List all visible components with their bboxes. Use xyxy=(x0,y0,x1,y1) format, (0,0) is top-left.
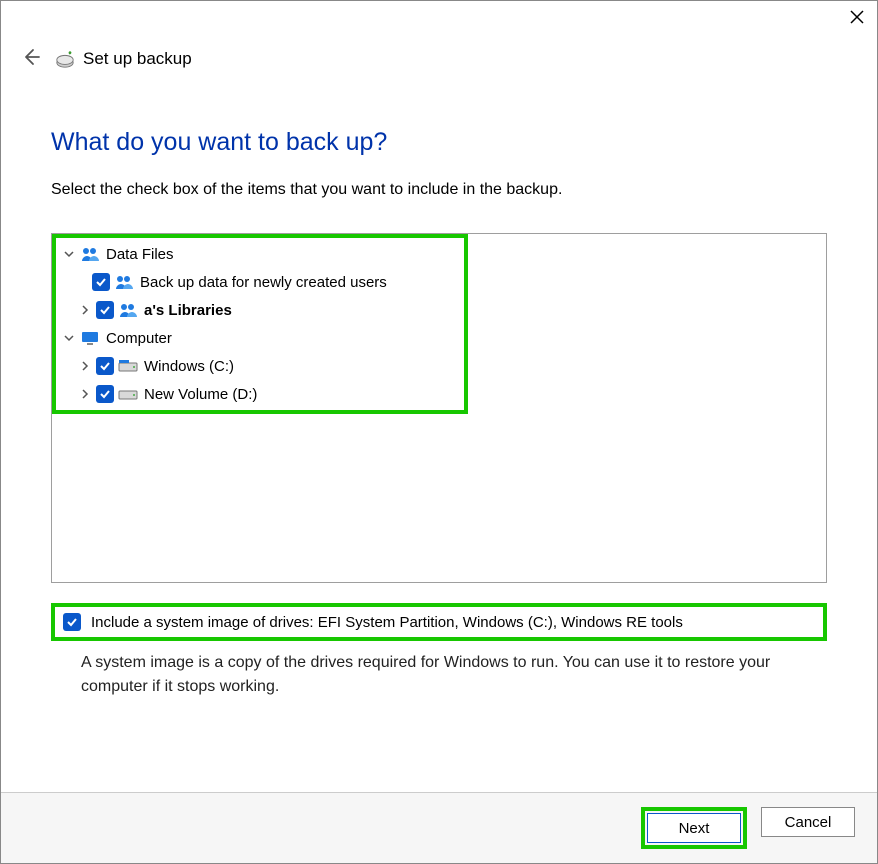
cancel-button[interactable]: Cancel xyxy=(761,807,855,837)
users-icon xyxy=(114,273,134,291)
tree-node-new-users[interactable]: Back up data for newly created users xyxy=(52,268,826,296)
tree-label: Computer xyxy=(104,330,172,347)
tree-node-computer[interactable]: Computer xyxy=(52,324,826,352)
tree-node-drive-d[interactable]: New Volume (D:) xyxy=(52,380,826,408)
wizard-title-text: Set up backup xyxy=(83,49,192,69)
wizard-header: Set up backup xyxy=(1,36,877,78)
checkbox[interactable] xyxy=(92,273,110,291)
checkbox-system-image[interactable] xyxy=(63,613,81,631)
users-icon xyxy=(80,245,100,263)
tree-label: Data Files xyxy=(104,246,174,263)
tree-label: a's Libraries xyxy=(142,302,232,319)
system-image-row[interactable]: Include a system image of drives: EFI Sy… xyxy=(51,603,827,641)
backup-items-tree: Data Files Back up data for newly create… xyxy=(51,233,827,583)
chevron-right-icon[interactable] xyxy=(78,389,92,399)
titlebar xyxy=(1,1,877,36)
system-image-description: A system image is a copy of the drives r… xyxy=(51,641,827,699)
tree-node-user-libraries[interactable]: a's Libraries xyxy=(52,296,826,324)
chevron-right-icon[interactable] xyxy=(78,361,92,371)
tree-label: Windows (C:) xyxy=(142,358,234,375)
next-button[interactable]: Next xyxy=(647,813,741,843)
wizard-footer: Next Cancel xyxy=(1,792,877,863)
checkbox[interactable] xyxy=(96,301,114,319)
drive-icon xyxy=(118,385,138,403)
chevron-down-icon[interactable] xyxy=(62,249,76,259)
monitor-icon xyxy=(80,329,100,347)
close-icon[interactable] xyxy=(849,9,865,28)
tree-node-data-files[interactable]: Data Files xyxy=(52,240,826,268)
back-arrow-icon[interactable] xyxy=(19,46,41,72)
wizard-title: Set up backup xyxy=(55,49,192,69)
backup-icon xyxy=(55,50,75,68)
chevron-down-icon[interactable] xyxy=(62,333,76,343)
tree-node-drive-c[interactable]: Windows (C:) xyxy=(52,352,826,380)
checkbox[interactable] xyxy=(96,385,114,403)
drive-icon xyxy=(118,357,138,375)
tree-label: New Volume (D:) xyxy=(142,386,257,403)
users-icon xyxy=(118,301,138,319)
tree-label: Back up data for newly created users xyxy=(138,274,387,291)
page-subtext: Select the check box of the items that y… xyxy=(51,181,827,199)
checkbox[interactable] xyxy=(96,357,114,375)
chevron-right-icon[interactable] xyxy=(78,305,92,315)
highlight-box-next: Next xyxy=(641,807,747,849)
system-image-label: Include a system image of drives: EFI Sy… xyxy=(91,614,683,631)
page-heading: What do you want to back up? xyxy=(51,128,827,157)
main-content: What do you want to back up? Select the … xyxy=(1,78,877,792)
